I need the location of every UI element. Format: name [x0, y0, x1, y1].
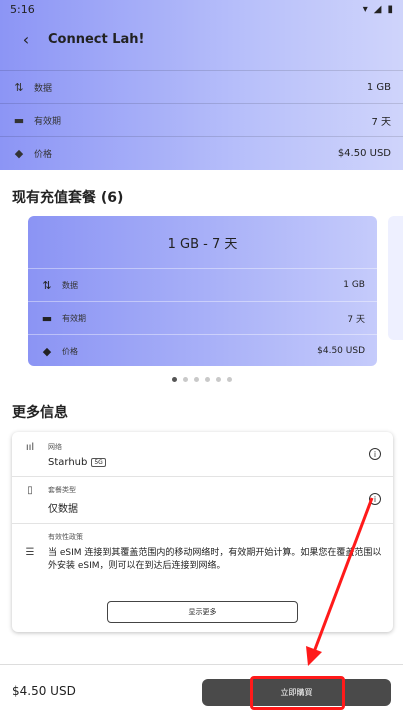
status-time: 5:16: [10, 2, 35, 16]
summary-label: 数据: [34, 83, 53, 94]
summary-list: ⇅ 数据 1 GB ▬ 有效期 7 天 ◆ 价格 $4.50 USD: [0, 70, 403, 169]
info-value: 当 eSIM 连接到其覆盖范围内的移动网络时，有效期开始计算。如果您在覆盖范围以…: [48, 548, 382, 571]
topup-row-value: 1 GB: [343, 280, 365, 290]
updown-arrows-icon: ⇅: [14, 80, 24, 94]
summary-label: 价格: [34, 149, 53, 160]
info-value: 仅数据: [48, 504, 78, 515]
app-bar: ‹ Connect Lah!: [0, 22, 403, 56]
summary-row-price: ◆ 价格 $4.50 USD: [0, 136, 403, 169]
signal-bars-icon: ııl: [25, 442, 35, 453]
info-network: ııl 网络 Starhub 5G i: [12, 432, 393, 468]
summary-value: $4.50 USD: [337, 147, 391, 159]
carousel-dot[interactable]: [226, 377, 232, 382]
summary-row-validity: ▬ 有效期 7 天: [0, 103, 403, 136]
info-policy: ☰ 有效性政策 当 eSIM 连接到其覆盖范围内的移动网络时，有效期开始计算。如…: [12, 532, 393, 572]
carousel-dot[interactable]: [171, 377, 177, 382]
network-name: Starhub: [48, 457, 88, 468]
topup-row-data: ⇅ 数据 1 GB: [28, 268, 377, 301]
wifi-icon: ▾: [362, 3, 368, 15]
topup-row-validity: ▬ 有效期 7 天: [28, 301, 377, 334]
info-plan-type: ▯ 套餐类型 仅数据 i: [12, 485, 393, 515]
page-title: Connect Lah!: [48, 31, 145, 47]
topup-row-label: 数据: [62, 280, 78, 290]
divider: [12, 523, 393, 524]
network-tag: 5G: [91, 458, 106, 467]
carousel-dot[interactable]: [182, 377, 188, 382]
summary-label: 有效期: [34, 116, 62, 127]
battery-icon: ▮: [387, 3, 393, 15]
info-circle-icon[interactable]: i: [369, 493, 381, 505]
hero-header: 5:16 ▾ ◢ ▮ ‹ Connect Lah! ⇅ 数据 1 GB ▬ 有效…: [0, 0, 403, 170]
status-bar: 5:16 ▾ ◢ ▮: [0, 0, 403, 18]
summary-value: 1 GB: [366, 81, 391, 93]
carousel-dot[interactable]: [215, 377, 221, 382]
topup-row-label: 价格: [62, 346, 78, 356]
calendar-icon: ▬: [13, 113, 25, 127]
info-label: 网络: [48, 443, 62, 451]
highlight-box: [250, 676, 345, 710]
info-title: 更多信息: [12, 405, 68, 421]
topup-row-price: ◆ 价格 $4.50 USD: [28, 334, 377, 366]
bottom-bar: $4.50 USD 立即購買: [0, 664, 403, 720]
document-icon: ▯: [27, 485, 33, 496]
signal-icon: ◢: [373, 3, 382, 15]
info-label: 有效性政策: [48, 533, 83, 541]
list-icon: ☰: [25, 546, 35, 558]
carousel-dots: [0, 377, 403, 382]
divider: [12, 476, 393, 477]
info-label: 套餐类型: [48, 486, 76, 494]
topup-row-value: $4.50 USD: [317, 346, 365, 356]
tag-icon: ◆: [14, 146, 24, 160]
tag-icon: ◆: [42, 344, 52, 358]
topup-title: 现有充值套餐 (6): [12, 190, 124, 206]
carousel-dot[interactable]: [204, 377, 210, 382]
summary-value: 7 天: [371, 116, 391, 128]
info-card: ııl 网络 Starhub 5G i ▯ 套餐类型 仅数据 i ☰ 有效性政策…: [12, 432, 393, 632]
next-topup-card-peek[interactable]: [388, 216, 403, 340]
chevron-left-icon: ‹: [22, 29, 30, 49]
topup-card[interactable]: 1 GB - 7 天 ⇅ 数据 1 GB ▬ 有效期 7 天 ◆ 价格 $4.5…: [28, 216, 377, 366]
show-more-button[interactable]: 显示更多: [107, 601, 298, 623]
calendar-icon: ▬: [41, 311, 53, 325]
footer-price: $4.50 USD: [12, 684, 76, 698]
info-value: Starhub 5G: [48, 457, 383, 468]
info-circle-icon[interactable]: i: [369, 448, 381, 460]
carousel-dot[interactable]: [193, 377, 199, 382]
topup-row-value: 7 天: [347, 314, 365, 325]
back-button[interactable]: ‹: [16, 29, 36, 49]
updown-arrows-icon: ⇅: [42, 278, 52, 292]
arrow-head: [306, 646, 322, 666]
topup-row-label: 有效期: [62, 313, 86, 323]
topup-plan-name: 1 GB - 7 天: [167, 236, 238, 252]
summary-row-data: ⇅ 数据 1 GB: [0, 70, 403, 103]
